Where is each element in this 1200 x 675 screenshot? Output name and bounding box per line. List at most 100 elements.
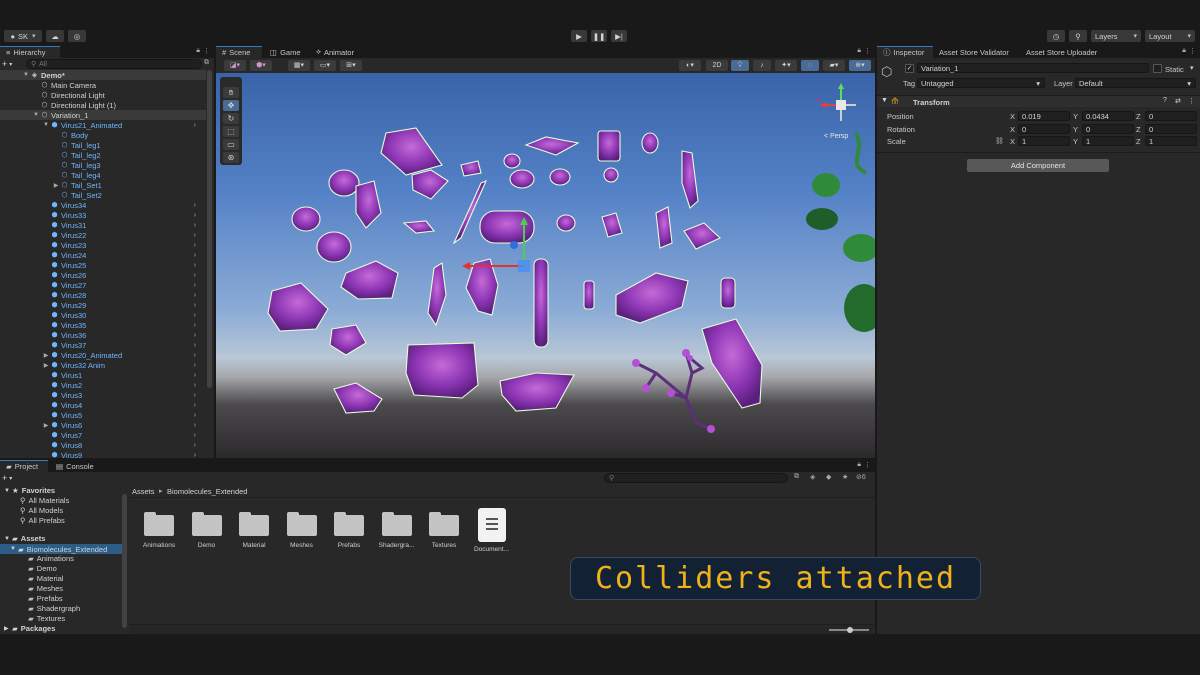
open-prefab-icon[interactable]: › bbox=[194, 362, 196, 369]
position-y-field[interactable]: 0.0434 bbox=[1082, 111, 1134, 121]
hierarchy-row[interactable]: ▶ ⬢ Virus32 Anim › bbox=[0, 360, 206, 370]
play-button[interactable]: ▶ bbox=[571, 30, 587, 42]
transform-header[interactable]: ▼ ⟰ Transform ? ⇄ ⋮ bbox=[877, 95, 1200, 107]
favorite-item[interactable]: ⚲ All Materials bbox=[20, 496, 69, 505]
breadcrumb-current[interactable]: Biomolecules_Extended bbox=[167, 487, 247, 496]
position-z-field[interactable]: 0 bbox=[1145, 111, 1197, 121]
open-prefab-icon[interactable]: › bbox=[194, 432, 196, 439]
hierarchy-row[interactable]: ⬢ Virus33 › bbox=[0, 210, 206, 220]
asset-folder[interactable]: Material bbox=[232, 512, 276, 549]
asset-folder[interactable]: Prefabs bbox=[327, 512, 371, 549]
draw-mode-dropdown[interactable]: ◪▾ bbox=[224, 60, 246, 71]
constrain-proportions-icon[interactable]: ⛓︎ bbox=[995, 137, 1004, 145]
create-asset-button[interactable]: + ▾ bbox=[2, 473, 24, 483]
favorite-item[interactable]: ⚲ All Models bbox=[20, 506, 63, 515]
open-prefab-icon[interactable]: › bbox=[194, 332, 196, 339]
hierarchy-row[interactable]: ⬡ Directional Light (1) bbox=[0, 100, 206, 110]
fold-arrow-icon[interactable]: ▼ bbox=[22, 72, 30, 78]
hierarchy-row[interactable]: ⬢ Virus26 › bbox=[0, 270, 206, 280]
open-prefab-icon[interactable]: › bbox=[194, 442, 196, 449]
favorite-item[interactable]: ⚲ All Prefabs bbox=[20, 516, 65, 525]
rotation-y-field[interactable]: 0 bbox=[1082, 124, 1134, 134]
open-prefab-icon[interactable]: › bbox=[194, 252, 196, 259]
layers-dropdown[interactable]: Layers bbox=[1091, 30, 1141, 42]
asset-folder[interactable]: Animations bbox=[137, 512, 181, 549]
open-prefab-icon[interactable]: › bbox=[194, 452, 196, 459]
cloud-icon[interactable]: ☁ bbox=[46, 30, 64, 42]
tree-folder-item[interactable]: ▰ Textures bbox=[28, 614, 65, 623]
panel-menu-icon[interactable]: ⋮ bbox=[1189, 47, 1196, 55]
open-prefab-icon[interactable]: › bbox=[194, 242, 196, 249]
hierarchy-row[interactable]: ⬡ Tail_leg1 bbox=[0, 140, 206, 150]
hierarchy-row[interactable]: ⬢ Virus31 › bbox=[0, 220, 206, 230]
collab-icon[interactable]: ◎ bbox=[68, 30, 86, 42]
hierarchy-row[interactable]: ⬢ Virus27 › bbox=[0, 280, 206, 290]
hierarchy-filter-icon[interactable]: ⧉ bbox=[204, 59, 209, 67]
zoom-slider-handle[interactable] bbox=[847, 627, 853, 633]
open-prefab-icon[interactable]: › bbox=[194, 222, 196, 229]
hidden-packages-toggle[interactable]: ⊘ 6 bbox=[856, 473, 866, 482]
hierarchy-row[interactable]: ▶ ⬢ Virus20_Animated › bbox=[0, 350, 206, 360]
scale-y-field[interactable]: 1 bbox=[1082, 136, 1134, 146]
hierarchy-row[interactable]: ⬢ Virus22 › bbox=[0, 230, 206, 240]
component-menu-icon[interactable]: ⋮ bbox=[1188, 97, 1195, 105]
tag-dropdown[interactable]: Untagged ▾ bbox=[917, 78, 1045, 88]
open-prefab-icon[interactable]: › bbox=[194, 282, 196, 289]
open-prefab-icon[interactable]: › bbox=[194, 272, 196, 279]
hierarchy-row[interactable]: ⬢ Virus23 › bbox=[0, 240, 206, 250]
lock-icon[interactable]: 🔒︎ bbox=[857, 47, 861, 55]
hierarchy-row[interactable]: ⬢ Virus2 › bbox=[0, 380, 206, 390]
scene-viewport[interactable]: x < Persp ✋︎ ✥ ↻ ⬚ ▭ ⊛ bbox=[216, 73, 875, 458]
fold-arrow-icon[interactable]: ▶ bbox=[42, 362, 50, 369]
tree-item-biomolecules[interactable]: ▼ ▰ Biomolecules_Extended bbox=[0, 544, 122, 554]
layer-dropdown[interactable]: Default ▾ bbox=[1075, 78, 1196, 88]
project-tree-scrollbar[interactable] bbox=[122, 494, 127, 628]
tab-hierarchy[interactable]: ≡ Hierarchy bbox=[0, 46, 60, 58]
breadcrumb-assets[interactable]: Assets bbox=[132, 487, 155, 496]
open-prefab-icon[interactable]: › bbox=[194, 422, 196, 429]
hand-tool-icon[interactable]: ✋︎ bbox=[223, 87, 239, 98]
hidden-objects-icon[interactable]: ◌ bbox=[801, 60, 819, 71]
step-button[interactable]: ▶| bbox=[611, 30, 627, 42]
presets-icon[interactable]: ⇄ bbox=[1175, 97, 1181, 105]
open-prefab-icon[interactable]: › bbox=[194, 412, 196, 419]
fold-arrow-icon[interactable]: ▼ bbox=[32, 112, 40, 118]
position-x-field[interactable]: 0.019 bbox=[1018, 111, 1070, 121]
camera-dropdown[interactable]: ▰▾ bbox=[823, 60, 845, 71]
scale-z-field[interactable]: 1 bbox=[1145, 136, 1197, 146]
perspective-label[interactable]: < Persp bbox=[824, 133, 848, 140]
lock-icon[interactable]: 🔒︎ bbox=[196, 47, 200, 55]
hierarchy-row[interactable]: ⬢ Virus7 › bbox=[0, 430, 206, 440]
hierarchy-row[interactable]: ⬢ Virus25 › bbox=[0, 260, 206, 270]
transform-tool-icon[interactable]: ⊛ bbox=[223, 152, 239, 163]
help-icon[interactable]: ? bbox=[1163, 97, 1167, 104]
open-prefab-icon[interactable]: › bbox=[194, 352, 196, 359]
hierarchy-row[interactable]: ⬢ Virus28 › bbox=[0, 290, 206, 300]
fold-arrow-icon[interactable]: ▶ bbox=[42, 422, 50, 429]
pause-button[interactable]: ❚❚ bbox=[591, 30, 607, 42]
scale-tool-icon[interactable]: ⬚ bbox=[223, 126, 239, 137]
panel-menu-icon[interactable]: ⋮ bbox=[864, 47, 871, 55]
save-search-icon[interactable]: ◆ bbox=[826, 473, 831, 481]
hierarchy-row[interactable]: ▼ ⬡ Variation_1 bbox=[0, 110, 206, 120]
hierarchy-row[interactable]: ⬡ Tail_leg3 bbox=[0, 160, 206, 170]
toggle-2d-button[interactable]: 2D bbox=[706, 60, 728, 71]
asset-folder[interactable]: Meshes bbox=[280, 512, 324, 549]
hierarchy-row[interactable]: ⬡ Main Camera bbox=[0, 80, 206, 90]
open-prefab-icon[interactable]: › bbox=[194, 202, 196, 209]
favorite-star-icon[interactable]: ★ bbox=[842, 473, 848, 481]
align-dropdown[interactable]: ⊞▾ bbox=[340, 60, 362, 71]
favorites-header[interactable]: ▼ ★ Favorites bbox=[4, 486, 55, 495]
tree-folder-item[interactable]: ▰ Shadergraph bbox=[28, 604, 80, 613]
hierarchy-row[interactable]: ⬢ Virus8 › bbox=[0, 440, 206, 450]
audio-toggle-icon[interactable]: ♪ bbox=[753, 60, 771, 71]
hierarchy-row[interactable]: ⬢ Virus3 › bbox=[0, 390, 206, 400]
tab-scene[interactable]: # Scene bbox=[216, 46, 262, 58]
effects-dropdown[interactable]: ✦▾ bbox=[775, 60, 797, 71]
lock-icon[interactable]: 🔒︎ bbox=[857, 461, 861, 469]
asset-document[interactable]: Document... bbox=[470, 508, 514, 553]
hierarchy-row[interactable]: ⬡ Tail_Set2 bbox=[0, 190, 206, 200]
open-prefab-icon[interactable]: › bbox=[194, 232, 196, 239]
hierarchy-search-input[interactable]: ⚲ All bbox=[26, 59, 202, 69]
hierarchy-row[interactable]: ⬢ Virus1 › bbox=[0, 370, 206, 380]
